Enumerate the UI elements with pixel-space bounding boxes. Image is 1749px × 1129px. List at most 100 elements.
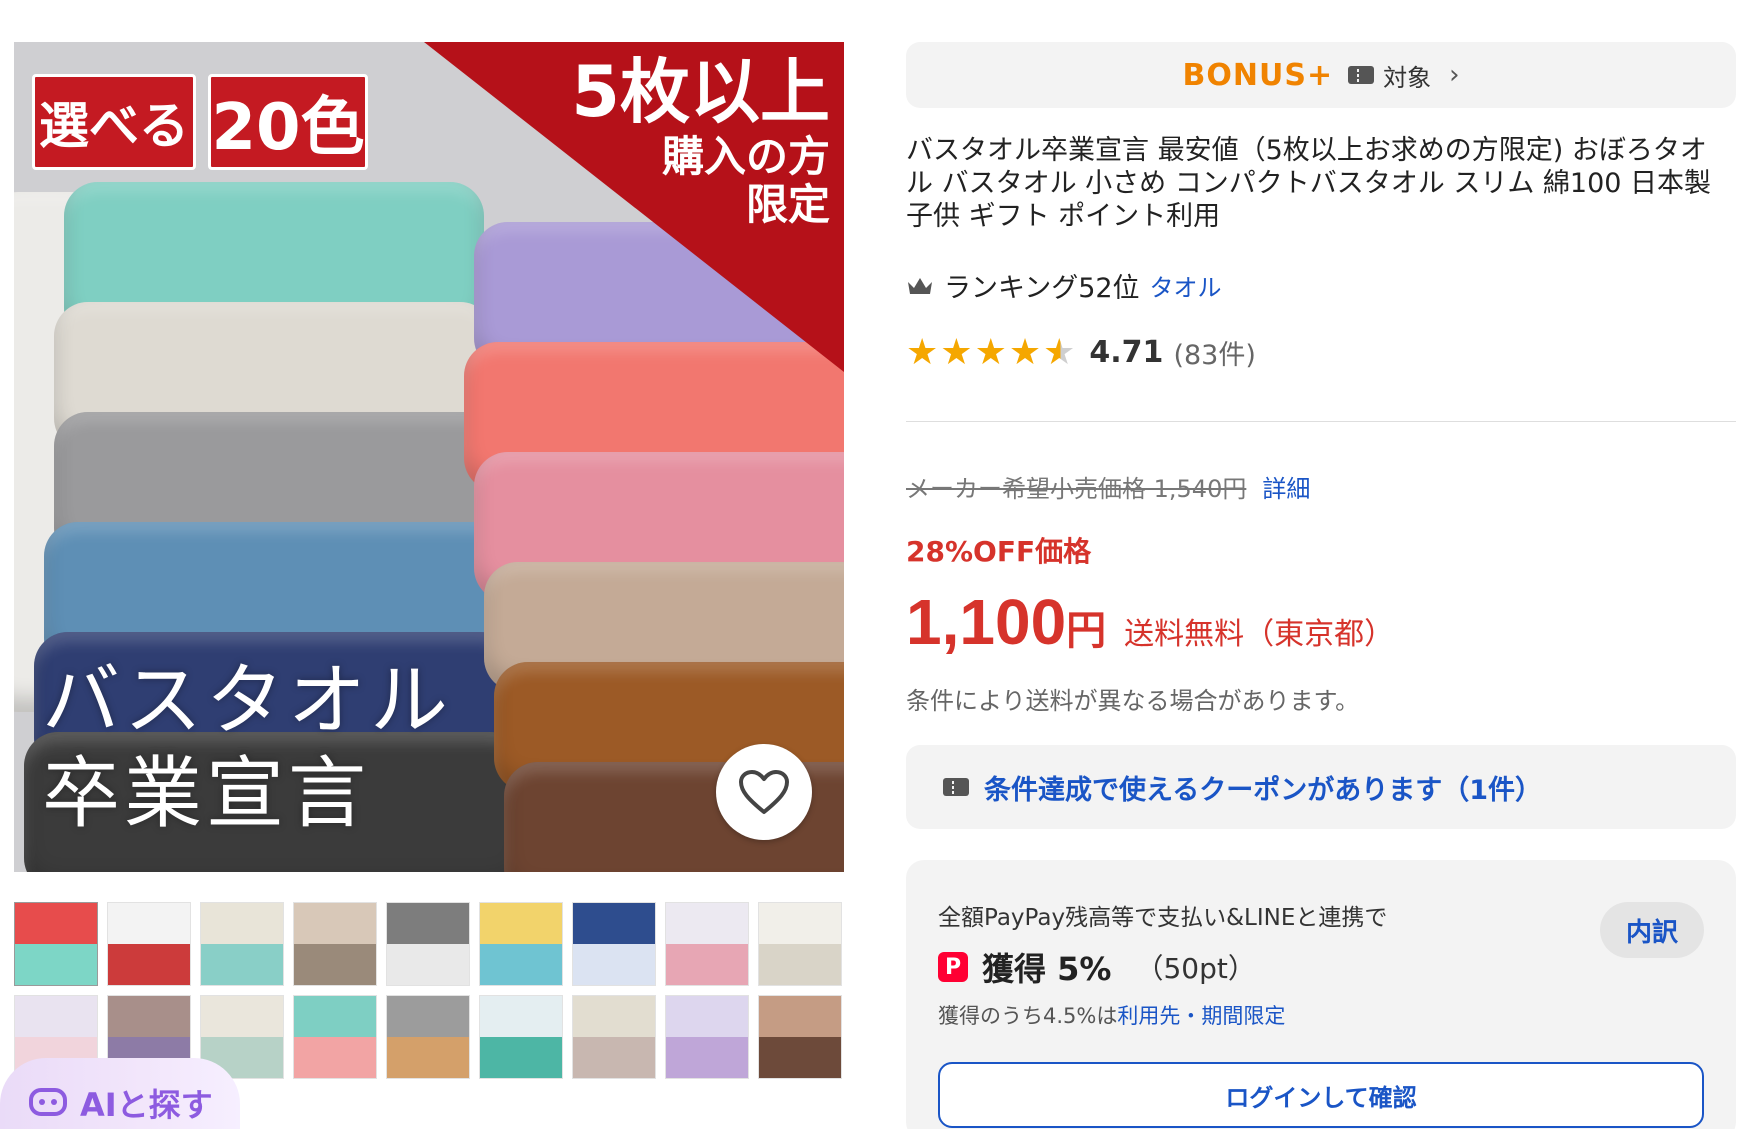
bonus-target-label: 対象 [1383, 63, 1432, 92]
thumbnail-swatch-bottom [387, 944, 469, 985]
paypay-earn-rate: 獲得 5% [982, 950, 1112, 988]
discount-label: 28%OFF価格 [906, 535, 1092, 568]
divider [906, 421, 1736, 422]
thumbnail[interactable] [293, 995, 377, 1079]
rating-row[interactable]: ★ ★ ★ ★ ★ 4.71 (83件) [906, 333, 1256, 372]
thumbnail[interactable] [479, 902, 563, 986]
thumbnail-swatch-top [480, 903, 562, 944]
thumbnail[interactable] [758, 902, 842, 986]
list-price-row: メーカー希望小売価格 1,540円 詳細 [906, 469, 1310, 504]
star-icon: ★ [940, 331, 973, 373]
paypay-earn-row: P 獲得 5% （50pt） [938, 944, 1256, 990]
promo-line-1: 5枚以上 [571, 51, 830, 133]
thumbnail-swatch-bottom [108, 944, 190, 985]
thumbnail-swatch-bottom [480, 944, 562, 985]
thumbnail-swatch-top [108, 903, 190, 944]
review-count[interactable]: (83件) [1173, 333, 1255, 372]
promo-line-3: 限定 [745, 179, 830, 229]
thumbnail-swatch-top [666, 996, 748, 1037]
star-icon: ★ [974, 331, 1007, 373]
breakdown-button[interactable]: 内訳 [1600, 902, 1704, 958]
product-title: バスタオル卒業宣言 最安値（5枚以上お求めの方限定) おぼろタオル バスタオル … [906, 135, 1712, 232]
star-rating: ★ ★ ★ ★ ★ [906, 331, 1077, 373]
brand-logo-text: バスタオル 卒業宣言 [42, 655, 452, 842]
promo-text: 5枚以上 購入の方 限定 [571, 52, 830, 229]
badge-20-colors: 20色 [208, 74, 368, 170]
thumbnail-swatch-bottom [15, 944, 97, 985]
badge-selectable: 選べる [32, 74, 196, 170]
login-confirm-button[interactable]: ログインして確認 [938, 1062, 1704, 1128]
thumbnail-swatch-bottom [480, 1037, 562, 1078]
coupon-text: 条件達成で使えるクーポンがあります（1件） [984, 774, 1542, 806]
ai-search-button[interactable]: AIと探す [0, 1058, 240, 1129]
thumbnail-swatch-bottom [666, 944, 748, 985]
thumbnail-swatch-bottom [201, 944, 283, 985]
coupon-ticket-icon [1348, 66, 1375, 84]
thumbnail-swatch-top [387, 903, 469, 944]
thumbnail[interactable] [200, 902, 284, 986]
thumbnail-swatch-top [15, 903, 97, 944]
paypay-sub-prefix: 獲得のうち4.5%は [938, 1004, 1118, 1028]
half-star-icon: ★ [1043, 331, 1076, 373]
list-price: メーカー希望小売価格 1,540円 [906, 475, 1247, 503]
crown-icon [908, 277, 932, 294]
thumbnail-swatch-top [201, 903, 283, 944]
paypay-points: （50pt） [1135, 952, 1256, 985]
thumbnail[interactable] [107, 902, 191, 986]
thumbnail[interactable] [479, 995, 563, 1079]
thumbnail-swatch-top [294, 996, 376, 1037]
paypay-points-box: 全額PayPay残高等で支払い&LINEと連携で P 獲得 5% （50pt） … [906, 860, 1736, 1129]
thumbnail-swatch-bottom [294, 944, 376, 985]
thumbnail-swatch-top [573, 996, 655, 1037]
price-row: 1,100 円 送料無料（東京都） [906, 585, 1394, 659]
favorite-button[interactable] [716, 744, 812, 840]
paypay-limit-link[interactable]: 利用先・期間限定 [1117, 1004, 1285, 1028]
thumbnail[interactable] [572, 995, 656, 1079]
ranking-row: ランキング52位 タオル [906, 266, 1222, 305]
thumbnail-swatch-top [15, 996, 97, 1037]
ranking-category-link[interactable]: タオル [1150, 268, 1222, 303]
paypay-icon: P [938, 952, 968, 982]
shipping-note: 条件により送料が異なる場合があります。 [906, 687, 1360, 715]
rating-value: 4.71 [1089, 335, 1164, 370]
thumbnail-swatch-top [108, 996, 190, 1037]
thumbnail-swatch-top [387, 996, 469, 1037]
thumbnail-swatch-bottom [294, 1037, 376, 1078]
star-icon: ★ [906, 331, 939, 373]
thumbnail-swatch-top [201, 996, 283, 1037]
thumbnail-swatch-top [294, 903, 376, 944]
thumbnail-grid [14, 902, 844, 1079]
shipping-info[interactable]: 送料無料（東京都） [1124, 609, 1394, 653]
brand-line-2: 卒業宣言 [42, 749, 371, 840]
promo-line-2: 購入の方 [661, 131, 830, 181]
thumbnail[interactable] [386, 902, 470, 986]
thumbnail[interactable] [14, 902, 98, 986]
thumbnail[interactable] [665, 902, 749, 986]
thumbnail[interactable] [758, 995, 842, 1079]
ai-search-label: AIと探す [80, 1086, 213, 1124]
robot-icon [29, 1088, 67, 1116]
paypay-subtext: 獲得のうち4.5%は利用先・期間限定 [938, 1000, 1285, 1030]
coupon-ticket-icon [943, 778, 969, 796]
thumbnail-swatch-top [666, 903, 748, 944]
thumbnail-swatch-bottom [759, 1037, 841, 1078]
thumbnail[interactable] [572, 902, 656, 986]
heart-icon [739, 770, 789, 814]
thumbnail-swatch-bottom [573, 1037, 655, 1078]
thumbnail-swatch-top [573, 903, 655, 944]
main-product-image[interactable]: 選べる 20色 5枚以上 購入の方 限定 バスタオル 卒業宣言 [14, 42, 844, 872]
bonus-plus-bar[interactable]: BONUS+ 対象 › [906, 42, 1736, 108]
thumbnail[interactable] [665, 995, 749, 1079]
thumbnail[interactable] [293, 902, 377, 986]
bonus-plus-logo: BONUS+ [1182, 57, 1334, 93]
brand-line-1: バスタオル [42, 655, 453, 746]
star-icon: ★ [1008, 331, 1042, 373]
thumbnail-swatch-top [480, 996, 562, 1037]
thumbnail-swatch-bottom [573, 944, 655, 985]
price-detail-link[interactable]: 詳細 [1262, 469, 1310, 504]
coupon-banner[interactable]: 条件達成で使えるクーポンがあります（1件） [906, 745, 1736, 829]
price-currency: 円 [1066, 608, 1107, 654]
thumbnail-swatch-bottom [759, 944, 841, 985]
thumbnail[interactable] [386, 995, 470, 1079]
thumbnail-swatch-top [759, 903, 841, 944]
